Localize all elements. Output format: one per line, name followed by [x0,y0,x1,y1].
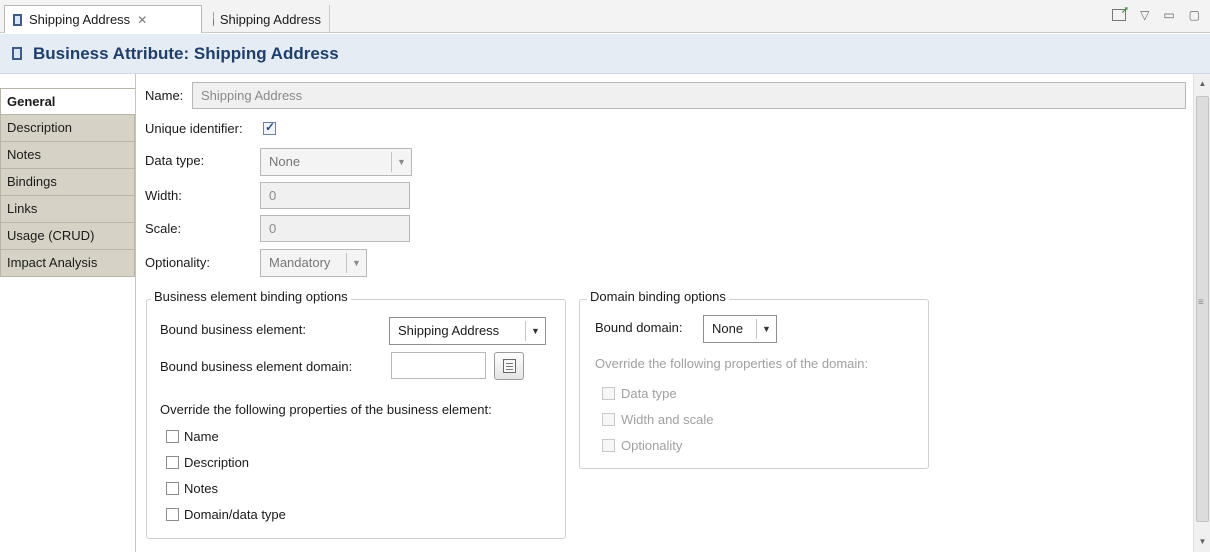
globe-icon [213,12,214,26]
override-description-checkbox[interactable] [166,456,179,469]
maximize-icon[interactable]: ▢ [1189,8,1200,22]
entity-icon [12,47,22,60]
data-type-value: None [269,154,301,169]
bound-business-element-select[interactable]: Shipping Address ▼ [389,317,546,345]
domain-binding-title: Domain binding options [587,289,729,304]
scale-label: Scale: [145,221,182,236]
bound-domain-select[interactable]: None ▼ [703,315,777,343]
side-tab-list: General Description Notes Bindings Links… [0,88,135,277]
tab-bindings[interactable]: Bindings [0,169,135,196]
bound-business-element-domain-label: Bound business element domain: [160,359,353,374]
tab-shipping-address-editor[interactable]: Shipping Address ✕ [4,5,202,33]
scrollbar-thumb[interactable] [1196,96,1209,522]
chevron-down-icon: ▼ [525,321,545,341]
override-optionality-checkbox[interactable] [602,439,615,452]
data-type-select[interactable]: None ▼ [260,148,412,176]
unique-identifier-label: Unique identifier: [145,121,243,136]
tab-label: Shipping Address [29,12,131,27]
minimize-icon[interactable]: ▭ [1163,8,1174,22]
override-optionality-label: Optionality [621,438,683,453]
bound-domain-field[interactable] [391,352,486,379]
optionality-label: Optionality: [145,255,211,270]
override-description-label: Description [184,455,250,470]
name-field[interactable]: Shipping Address [192,82,1186,109]
entity-icon [13,13,22,26]
width-field[interactable]: 0 [260,182,410,209]
chevron-down-icon: ▼ [346,253,366,273]
width-label: Width: [145,188,182,203]
scroll-down-icon[interactable]: ▼ [1194,534,1210,550]
chevron-down-icon: ▼ [391,152,411,172]
close-icon[interactable]: ✕ [137,13,147,27]
tab-impact-analysis[interactable]: Impact Analysis [0,250,135,277]
override-notes-checkbox[interactable] [166,482,179,495]
override-domain-label: Override the following properties of the… [595,356,869,371]
optionality-select[interactable]: Mandatory ▼ [260,249,367,277]
scroll-up-icon[interactable]: ▲ [1194,76,1210,92]
unique-identifier-checkbox[interactable] [263,120,276,135]
tab-usage-crud[interactable]: Usage (CRUD) [0,223,135,250]
browse-domain-button[interactable] [494,352,524,380]
page-title: Business Attribute: Shipping Address [33,43,339,63]
scale-field[interactable]: 0 [260,215,410,242]
vertical-scrollbar[interactable]: ▲ ▼ [1193,74,1210,552]
optionality-value: Mandatory [269,255,331,270]
tab-shipping-address-model[interactable]: Shipping Address [205,5,330,33]
bound-business-element-label: Bound business element: [160,322,306,337]
data-type-label: Data type: [145,153,205,168]
editor-header: Business Attribute: Shipping Address [0,34,1210,74]
window-controls: ➚ ▽ ▭ ▢ [1112,5,1200,22]
override-width-scale-label: Width and scale [621,412,714,427]
bound-business-element-value: Shipping Address [398,323,500,338]
tab-general[interactable]: General [0,88,135,115]
bound-domain-label: Bound domain: [595,320,683,335]
override-width-scale-checkbox[interactable] [602,413,615,426]
browse-icon [503,359,516,373]
override-data-type-label: Data type [621,386,677,401]
tab-description[interactable]: Description [0,115,135,142]
override-name-label: Name [184,429,219,444]
override-data-type-checkbox[interactable] [602,387,615,400]
chevron-down-icon: ▼ [756,319,776,339]
view-menu-icon[interactable]: ▽ [1140,8,1149,22]
override-domain-data-type-checkbox[interactable] [166,508,179,521]
tab-links[interactable]: Links [0,196,135,223]
override-name-checkbox[interactable] [166,430,179,443]
override-notes-label: Notes [184,481,218,496]
tab-label: Shipping Address [219,11,321,27]
business-binding-title: Business element binding options [151,289,351,304]
override-business-label: Override the following properties of the… [160,402,492,417]
bound-domain-value: None [712,321,744,336]
override-domain-data-type-label: Domain/data type [184,507,286,522]
editor-tab-bar: Shipping Address ✕ Shipping Address ➚ ▽ … [0,0,1210,33]
export-icon[interactable]: ➚ [1112,5,1129,21]
name-label: Name: [145,88,184,103]
tab-notes[interactable]: Notes [0,142,135,169]
general-panel: Name: Shipping Address Unique identifier… [136,74,1193,552]
